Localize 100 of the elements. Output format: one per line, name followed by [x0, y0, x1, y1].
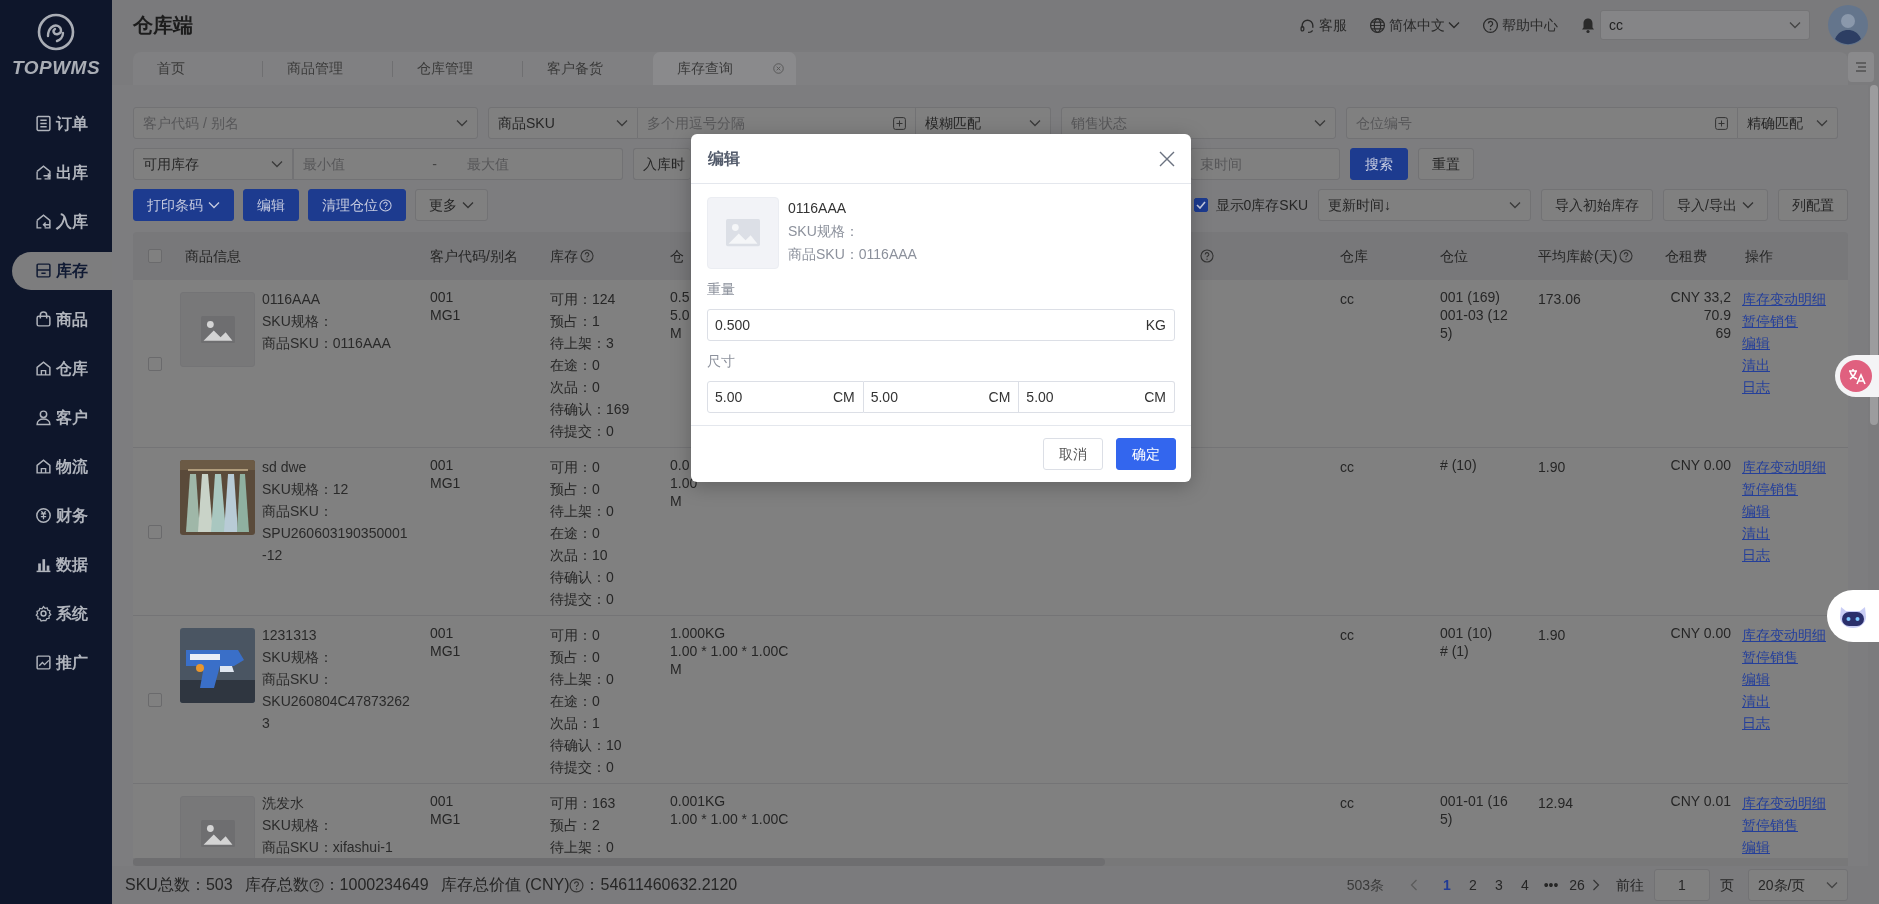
- page-button[interactable]: 3: [1488, 874, 1510, 896]
- nav-item[interactable]: 数据: [12, 545, 112, 584]
- tab[interactable]: 库存查询: [653, 52, 796, 85]
- action-link[interactable]: 暂停销售: [1742, 310, 1798, 332]
- cancel-button[interactable]: 取消: [1043, 438, 1103, 470]
- close-button[interactable]: [1159, 150, 1175, 167]
- chevron-down-icon: [1826, 881, 1838, 889]
- action-link[interactable]: 日志: [1742, 376, 1770, 398]
- reset-button[interactable]: 重置: [1418, 148, 1474, 180]
- total-count: 503条: [1346, 875, 1384, 895]
- confirm-button[interactable]: 确定: [1116, 438, 1176, 470]
- action-link[interactable]: 暂停销售: [1742, 646, 1798, 668]
- stock-line: 次品：0: [550, 378, 601, 397]
- action-link[interactable]: 日志: [1742, 712, 1770, 734]
- nav-item[interactable]: 客户: [12, 398, 112, 437]
- dropdown[interactable]: 可用库存: [133, 148, 293, 180]
- toolbar-button[interactable]: 列配置: [1778, 189, 1848, 221]
- action-link[interactable]: 库存变动明细: [1742, 288, 1826, 310]
- stock-line: 待提交：0: [550, 422, 615, 441]
- size-box[interactable]: 5.00 CM: [707, 381, 864, 413]
- weight-box[interactable]: 0.500 KG: [707, 309, 1175, 341]
- tab[interactable]: 商品管理: [263, 52, 393, 85]
- age-value: 1.90: [1538, 626, 1567, 645]
- toolbar-button[interactable]: 编辑: [243, 189, 299, 221]
- dimension-text: 0.0: [670, 456, 690, 474]
- header-link[interactable]: 简体中文: [1369, 14, 1460, 36]
- page-button[interactable]: 2: [1462, 874, 1484, 896]
- assistant-button[interactable]: [1827, 590, 1879, 642]
- action-link[interactable]: 日志: [1742, 544, 1770, 566]
- menu-button[interactable]: [1848, 52, 1874, 82]
- nav-item[interactable]: 出库: [12, 153, 112, 192]
- action-link[interactable]: 暂停销售: [1742, 814, 1798, 836]
- warehouse-code: cc: [1340, 794, 1355, 813]
- rent-value: CNY 0.01: [1670, 792, 1731, 810]
- action-link[interactable]: 库存变动明细: [1742, 792, 1826, 814]
- tab[interactable]: 仓库管理: [393, 52, 523, 85]
- action-link[interactable]: 编辑: [1742, 836, 1770, 858]
- product-text: 0116AAA: [788, 199, 848, 218]
- toolbar-button[interactable]: 导入初始库存: [1541, 189, 1654, 221]
- nav-item[interactable]: 商品: [12, 300, 112, 339]
- rent-value: 70.9: [1703, 306, 1731, 324]
- nav-item[interactable]: 仓库: [12, 349, 112, 388]
- dropdown[interactable]: 精确匹配: [1738, 107, 1838, 139]
- plus-square-icon[interactable]: [893, 116, 906, 130]
- toolbar-button[interactable]: 打印条码: [133, 189, 234, 221]
- dropdown[interactable]: 商品SKU: [488, 107, 638, 139]
- search-button[interactable]: 搜索: [1350, 148, 1408, 180]
- nav-item[interactable]: 入库: [12, 202, 112, 241]
- customer-code: MG1: [430, 306, 462, 324]
- header-link[interactable]: 帮助中心: [1482, 14, 1558, 36]
- action-link[interactable]: 暂停销售: [1742, 478, 1798, 500]
- stock-line: 待上架：0: [550, 838, 615, 857]
- nav-item[interactable]: 库存: [12, 251, 112, 290]
- plus-square-icon[interactable]: [1715, 116, 1728, 130]
- page-button[interactable]: 26: [1566, 874, 1588, 896]
- page-button[interactable]: 1: [1436, 874, 1458, 896]
- customer-code: MG1: [430, 642, 462, 660]
- action-link[interactable]: 编辑: [1742, 332, 1770, 354]
- tab[interactable]: 客户备货: [523, 52, 653, 85]
- house-icon: [35, 458, 52, 475]
- action-link[interactable]: 编辑: [1742, 668, 1770, 690]
- nav-item[interactable]: 物流: [12, 447, 112, 486]
- nav-item[interactable]: 推广: [12, 643, 112, 682]
- page-button[interactable]: •••: [1540, 874, 1562, 896]
- action-link[interactable]: 清出: [1742, 690, 1770, 712]
- nav-item[interactable]: 财务: [12, 496, 112, 535]
- summary-value: ：503: [189, 875, 233, 895]
- action-link[interactable]: 清出: [1742, 354, 1770, 376]
- translate-button[interactable]: [1835, 355, 1879, 397]
- action-link[interactable]: 清出: [1742, 522, 1770, 544]
- size-box[interactable]: 5.00 CM: [863, 381, 1020, 413]
- page-button[interactable]: 4: [1514, 874, 1536, 896]
- sort-dropdown[interactable]: 更新时间↓: [1318, 189, 1532, 221]
- action-link[interactable]: 库存变动明细: [1742, 624, 1826, 646]
- warehouse-code: cc: [1340, 626, 1355, 645]
- help-icon: [308, 877, 324, 893]
- stock-line: 待提交：0: [550, 758, 615, 777]
- close-circle-icon[interactable]: [773, 63, 784, 74]
- account-dropdown[interactable]: cc: [1600, 10, 1810, 40]
- toolbar-button[interactable]: 更多: [415, 189, 488, 221]
- column-header: 仓位: [1440, 246, 1468, 266]
- action-link[interactable]: 编辑: [1742, 500, 1770, 522]
- nav-item[interactable]: 系统: [12, 594, 112, 633]
- chevron-left-icon: [1410, 879, 1418, 891]
- action-link[interactable]: 库存变动明细: [1742, 456, 1826, 478]
- page-size-dropdown[interactable]: 20条/页: [1748, 869, 1848, 901]
- toolbar-button[interactable]: 清理仓位: [308, 189, 406, 221]
- stock-line: 待确认：169: [550, 400, 631, 419]
- toolbar-button[interactable]: 导入/导出: [1663, 189, 1768, 221]
- stock-line: 在途：0: [550, 356, 601, 375]
- customer-code: 001: [430, 624, 455, 642]
- checkbox[interactable]: 显示0库存SKU: [1193, 194, 1309, 216]
- input-field[interactable]: 入库时: [633, 148, 690, 180]
- nav-item[interactable]: 订单: [12, 104, 112, 143]
- rent-value: 69: [1715, 324, 1731, 342]
- header-link[interactable]: 客服: [1299, 14, 1347, 36]
- dimension-text: 5.0: [670, 306, 690, 324]
- size-box[interactable]: 5.00 CM: [1019, 381, 1175, 413]
- tab[interactable]: 首页: [133, 52, 263, 85]
- page-input[interactable]: 1: [1654, 869, 1710, 901]
